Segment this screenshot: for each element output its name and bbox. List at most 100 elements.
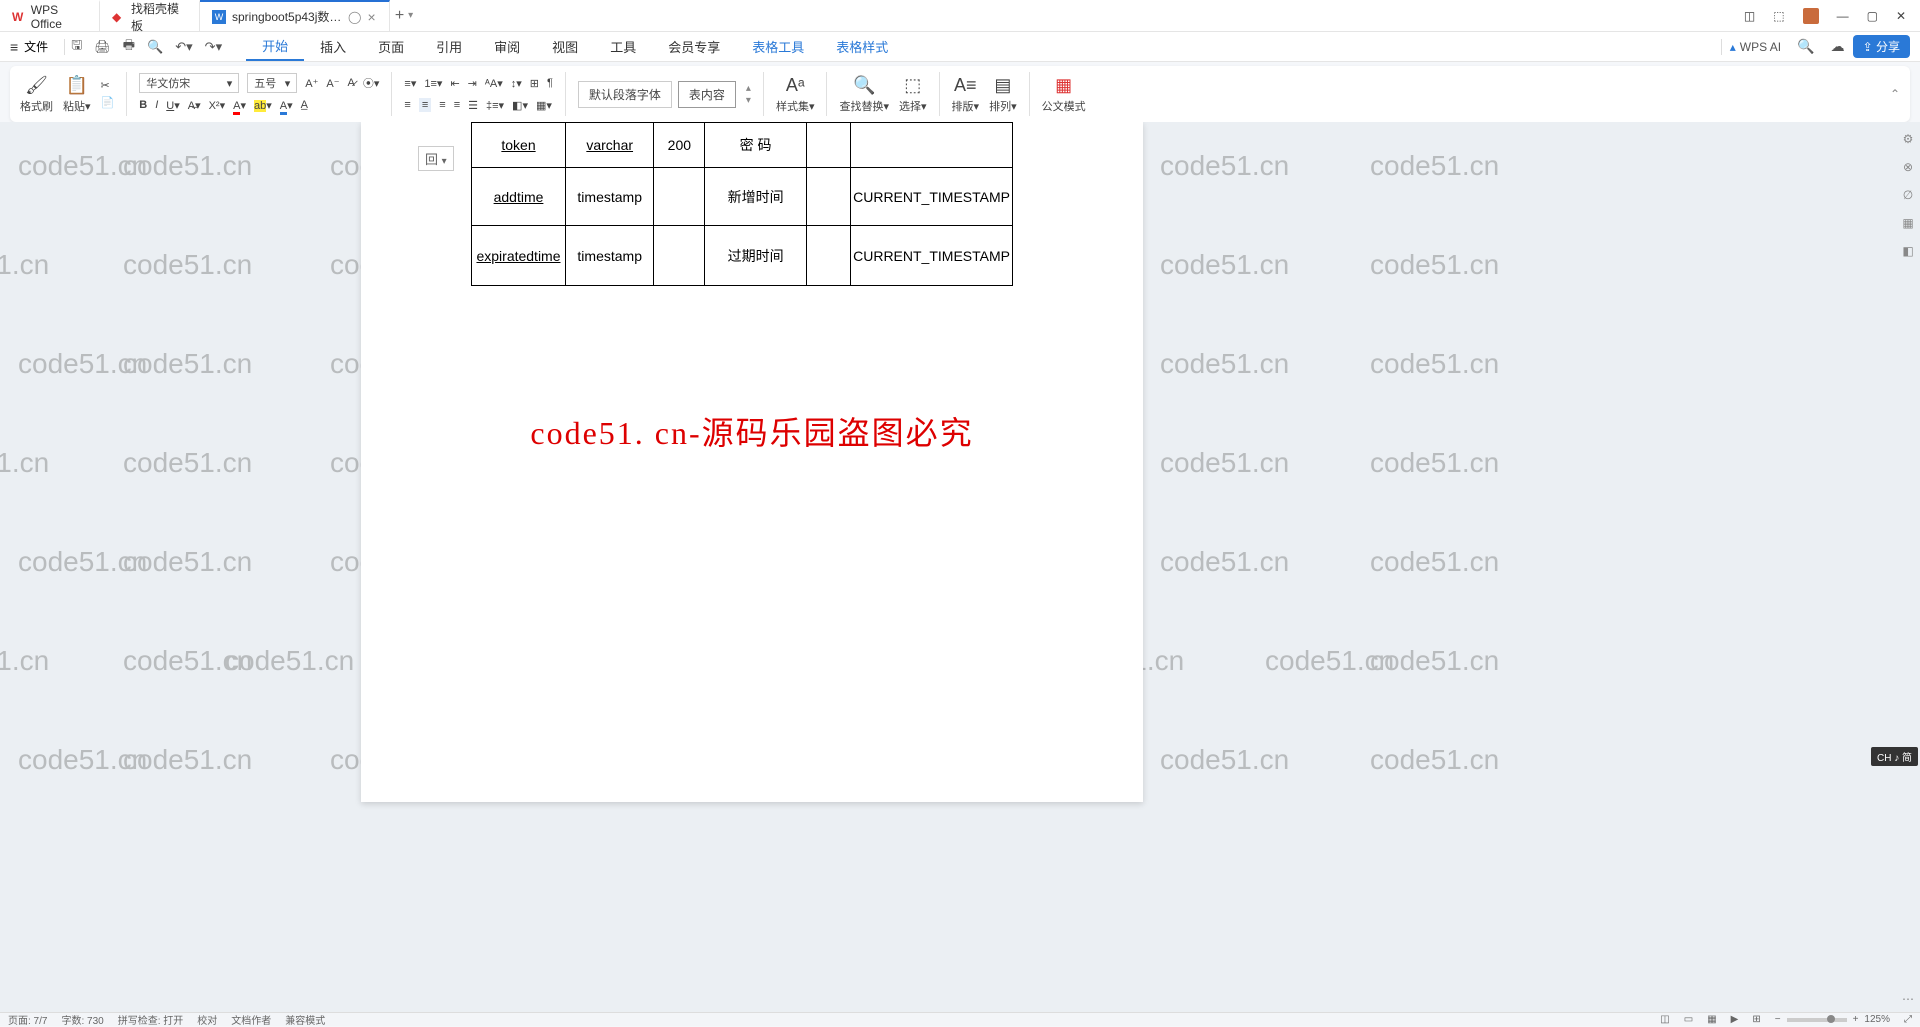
- status-mode[interactable]: 兼容模式: [285, 1012, 325, 1027]
- menu-file[interactable]: 文件: [24, 38, 48, 55]
- show-marks-icon[interactable]: ¶: [547, 77, 553, 89]
- hamburger-icon[interactable]: ≡: [10, 39, 18, 55]
- tab-document[interactable]: W springboot5p43j数据库文档 ◯ ×: [200, 0, 390, 31]
- cloud-icon[interactable]: ☁: [1831, 38, 1845, 55]
- side-dot-icon[interactable]: ⊗: [1903, 160, 1913, 174]
- side-more-icon[interactable]: ⋯: [1902, 992, 1914, 1006]
- align-right-icon[interactable]: ≡: [439, 99, 445, 111]
- ribbon-collapse-icon[interactable]: ⌃: [1890, 87, 1900, 101]
- sort-icon[interactable]: ↕▾: [511, 77, 522, 90]
- line-spacing-icon[interactable]: ‡≡▾: [486, 99, 504, 112]
- style-scroll[interactable]: ▴ ▾: [746, 83, 751, 106]
- menu-insert[interactable]: 插入: [304, 33, 362, 60]
- highlight-icon[interactable]: ab▾: [254, 99, 272, 112]
- font-increase-icon[interactable]: A⁺: [305, 77, 318, 90]
- tab-close-icon[interactable]: ×: [367, 9, 375, 25]
- status-spellcheck[interactable]: 拼写检查: 打开: [118, 1012, 184, 1027]
- underline-icon[interactable]: U▾: [166, 99, 179, 112]
- number-list-icon[interactable]: 1≡▾: [424, 77, 442, 90]
- db-table[interactable]: token varchar 200 密 码 addtime timestamp …: [471, 122, 1013, 286]
- print-icon[interactable]: 🖶: [123, 36, 135, 58]
- menu-start[interactable]: 开始: [246, 32, 304, 61]
- window-control-1[interactable]: ◫: [1744, 9, 1755, 23]
- align-center-icon[interactable]: ≡: [419, 98, 431, 112]
- align-left-icon[interactable]: ≡: [404, 99, 410, 111]
- official-mode-button[interactable]: ▦ 公文模式: [1042, 74, 1086, 114]
- view-mode-3-icon[interactable]: ▦: [1707, 1014, 1716, 1025]
- undo-icon[interactable]: ↶▾: [175, 39, 192, 55]
- tab-template[interactable]: ◆ 找稻壳模板: [100, 0, 200, 31]
- save-icon[interactable]: 🖫: [71, 36, 82, 58]
- border-icon[interactable]: ▦▾: [536, 99, 552, 112]
- font-name-select[interactable]: 华文仿宋▾: [139, 73, 239, 93]
- change-font-icon[interactable]: ᴬA▾: [485, 77, 503, 90]
- menu-view[interactable]: 视图: [536, 33, 594, 60]
- layout-button[interactable]: A≡ 排版▾: [952, 74, 980, 114]
- distributed-icon[interactable]: ☰: [468, 99, 478, 112]
- outdent-icon[interactable]: ⇤: [450, 77, 459, 90]
- clear-format-icon[interactable]: A̷: [348, 77, 355, 89]
- font-box-icon[interactable]: A̲: [301, 99, 308, 111]
- table-row[interactable]: token varchar 200 密 码: [472, 123, 1013, 168]
- zoom-in-icon[interactable]: +: [1853, 1014, 1859, 1025]
- fill-color-icon[interactable]: ◧▾: [512, 99, 528, 112]
- select-button[interactable]: ⬚ 选择▾: [899, 74, 927, 114]
- asian-layout-icon[interactable]: ⊞: [530, 77, 539, 90]
- align-justify-icon[interactable]: ≡: [454, 99, 460, 111]
- font-decrease-icon[interactable]: A⁻: [326, 77, 339, 90]
- table-content-style[interactable]: 表内容: [678, 81, 736, 108]
- window-control-2[interactable]: ⬚: [1773, 9, 1784, 23]
- menu-ref[interactable]: 引用: [420, 33, 478, 60]
- redo-icon[interactable]: ↷▾: [205, 39, 222, 55]
- window-minimize[interactable]: —: [1837, 9, 1849, 23]
- tab-app[interactable]: W WPS Office: [0, 0, 100, 31]
- bullet-list-icon[interactable]: ≡▾: [404, 77, 416, 90]
- view-mode-2-icon[interactable]: ▭: [1684, 1014, 1693, 1025]
- search-icon[interactable]: 🔍: [1789, 38, 1822, 55]
- status-proof[interactable]: 校对: [197, 1012, 217, 1027]
- zoom-out-icon[interactable]: −: [1775, 1014, 1781, 1025]
- view-mode-1-icon[interactable]: ◫: [1660, 1014, 1669, 1025]
- table-row[interactable]: expiratedtime timestamp 过期时间 CURRENT_TIM…: [472, 226, 1013, 286]
- view-mode-5-icon[interactable]: ⊞: [1752, 1014, 1760, 1025]
- indent-icon[interactable]: ⇥: [468, 77, 477, 90]
- superscript-icon[interactable]: X²▾: [209, 99, 226, 112]
- status-wordcount[interactable]: 字数: 730: [61, 1012, 103, 1027]
- document-page[interactable]: token varchar 200 密 码 addtime timestamp …: [361, 122, 1143, 802]
- menu-member[interactable]: 会员专享: [652, 33, 736, 60]
- status-page[interactable]: 页面: 7/7: [8, 1012, 47, 1027]
- format-painter-button[interactable]: 🖌 格式刷: [20, 74, 53, 114]
- preview-icon[interactable]: 🔍: [147, 39, 163, 55]
- change-case-icon[interactable]: ⦿▾: [363, 75, 380, 91]
- menu-review[interactable]: 审阅: [478, 33, 536, 60]
- ime-badge[interactable]: CH ♪ 简: [1871, 747, 1918, 766]
- window-maximize[interactable]: ▢: [1867, 9, 1878, 23]
- wps-ai-button[interactable]: ▴ WPS AI: [1722, 40, 1789, 54]
- bold-icon[interactable]: B: [139, 99, 147, 111]
- font-color-icon[interactable]: A▾: [233, 99, 246, 112]
- table-row[interactable]: addtime timestamp 新增时间 CURRENT_TIMESTAMP: [472, 168, 1013, 226]
- avatar-icon[interactable]: [1803, 8, 1819, 24]
- status-author[interactable]: 文档作者: [231, 1012, 271, 1027]
- shading-icon[interactable]: A▾: [280, 99, 293, 112]
- font-size-select[interactable]: 五号▾: [247, 73, 297, 93]
- arrange-button[interactable]: ▤ 排列▾: [989, 74, 1017, 114]
- side-settings-icon[interactable]: ⚙: [1903, 132, 1914, 146]
- copy-icon[interactable]: 📄: [101, 96, 115, 109]
- table-handle[interactable]: 回 ▾: [418, 146, 454, 171]
- menu-page[interactable]: 页面: [362, 33, 420, 60]
- menu-table-tools[interactable]: 表格工具: [736, 33, 820, 60]
- find-replace-button[interactable]: 🔍 查找替换▾: [839, 74, 889, 114]
- menu-table-style[interactable]: 表格样式: [820, 33, 904, 60]
- paste-button[interactable]: 📋 粘贴▾: [63, 74, 91, 114]
- export-icon[interactable]: 🖨: [94, 39, 111, 55]
- strike-icon[interactable]: A̶▾: [188, 99, 201, 112]
- side-dot-icon[interactable]: ∅: [1903, 188, 1913, 202]
- style-set-button[interactable]: Aᵃ 样式集▾: [776, 74, 815, 114]
- cut-icon[interactable]: ✂: [101, 79, 115, 92]
- window-close[interactable]: ✕: [1896, 9, 1906, 23]
- side-chart-icon[interactable]: ◧: [1902, 244, 1913, 258]
- zoom-value[interactable]: 125%: [1864, 1014, 1890, 1025]
- view-mode-4-icon[interactable]: ▶: [1731, 1014, 1739, 1025]
- share-button[interactable]: ⇪ 分享: [1853, 35, 1910, 58]
